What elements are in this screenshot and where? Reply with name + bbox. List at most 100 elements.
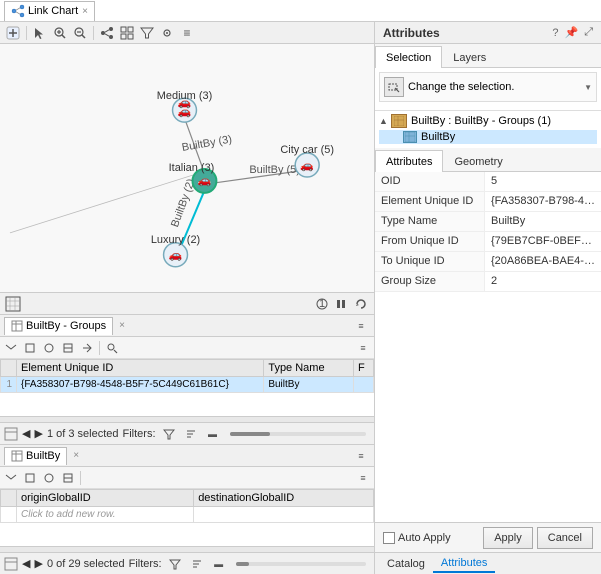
p1-tb4[interactable]: [59, 339, 77, 357]
layout-button[interactable]: [98, 24, 116, 42]
p2-more[interactable]: ≡: [354, 469, 372, 487]
filter-button[interactable]: [138, 24, 156, 42]
tree-expand-icon[interactable]: ▲: [379, 116, 391, 126]
svg-text:🚗: 🚗: [300, 160, 314, 172]
add-row[interactable]: Click to add new row.: [1, 507, 374, 523]
attr-val-group-size: 2: [485, 272, 601, 291]
attr-val-to-unique-id: {20A86BEA-BAE4-4F33-B10E: [485, 252, 601, 271]
col2-destination[interactable]: destinationGlobalID: [194, 490, 374, 507]
p1-icon1: [5, 342, 17, 354]
attr-row-oid: OID 5: [375, 172, 601, 192]
group-table-icon: [394, 116, 404, 126]
p2-icon3: [43, 472, 55, 484]
tree-child-builtby[interactable]: BuiltBy: [379, 130, 597, 144]
pause-button[interactable]: [332, 295, 350, 313]
left-panel: ≡ BuiltBy (3) BuiltBy (5) BuiltBy (2): [0, 22, 375, 574]
col-element-unique-id[interactable]: Element Unique ID: [17, 360, 264, 377]
builtby-groups-tab-label: BuiltBy - Groups: [26, 320, 106, 332]
builtby-groups-table: Element Unique ID Type Name F 1 {FA35830…: [0, 359, 374, 416]
p2-tb3[interactable]: [40, 469, 58, 487]
group-icon: [391, 114, 407, 128]
p1-tb1[interactable]: [2, 339, 20, 357]
chart-bottom-bar: 1: [0, 292, 374, 314]
cancel-button[interactable]: Cancel: [537, 527, 593, 549]
select-tool-button[interactable]: [31, 24, 49, 42]
dock-button[interactable]: ⤢: [584, 26, 593, 39]
settings-button[interactable]: [158, 24, 176, 42]
pause-icon: [335, 298, 347, 310]
attributes-bottom-tab[interactable]: Attributes: [433, 555, 495, 573]
prev2-button[interactable]: ◀: [22, 557, 30, 570]
add-node-button[interactable]: [4, 24, 22, 42]
p1-more[interactable]: ≡: [354, 339, 372, 357]
p2-tb4[interactable]: [59, 469, 77, 487]
prev-button[interactable]: ◀: [22, 427, 30, 440]
change-selection-dropdown[interactable]: ▼: [584, 83, 592, 92]
panel2-options-button[interactable]: ≡: [352, 447, 370, 465]
selection-count: 1 of 3 selected: [47, 428, 119, 440]
next-button[interactable]: ▶: [34, 427, 42, 440]
close-panel2-button[interactable]: ×: [73, 450, 79, 461]
filter-clear-button[interactable]: [160, 425, 178, 443]
p2-icon2: [24, 472, 36, 484]
tab-geometry[interactable]: Geometry: [443, 150, 513, 172]
filter2-clear-button[interactable]: [166, 555, 184, 573]
close-panel1-button[interactable]: ×: [119, 320, 125, 331]
right-panel: Attributes ? 📌 ⤢ Selection Layers Change…: [375, 22, 601, 574]
p2-tb1[interactable]: [2, 469, 20, 487]
next2-button[interactable]: ▶: [34, 557, 42, 570]
p1-icon3: [43, 342, 55, 354]
p1-tb6[interactable]: [103, 339, 121, 357]
map-extent-button[interactable]: [4, 295, 22, 313]
p2-tb2[interactable]: [21, 469, 39, 487]
sort2-button[interactable]: [188, 555, 206, 573]
attr-key-to-unique-id: To Unique ID: [375, 252, 485, 271]
close-tab-button[interactable]: ×: [82, 6, 88, 17]
more-button[interactable]: ≡: [178, 24, 196, 42]
panel2-status-bar: ◀ ▶ 0 of 29 selected Filters: ▬: [0, 552, 374, 574]
help-button[interactable]: ?: [552, 27, 558, 39]
svg-text:🚗: 🚗: [178, 106, 192, 118]
filters-label: Filters:: [123, 428, 156, 440]
type-name-cell[interactable]: BuiltBy: [264, 377, 354, 393]
zoom-out-button[interactable]: [71, 24, 89, 42]
link-chart-tab[interactable]: Link Chart ×: [4, 1, 95, 21]
link-chart-icon: [11, 4, 25, 18]
slider-button[interactable]: ▬: [204, 425, 222, 443]
table-row[interactable]: 1 {FA358307-B798-4548-B5F7-5C449C61B61C}…: [1, 377, 374, 393]
tab-selection[interactable]: Selection: [375, 46, 442, 68]
tab-layers[interactable]: Layers: [442, 46, 497, 68]
p1-tb3[interactable]: [40, 339, 58, 357]
click-add-row[interactable]: Click to add new row.: [17, 507, 194, 523]
col2-origin[interactable]: originGlobalID: [17, 490, 194, 507]
refresh-button[interactable]: [352, 295, 370, 313]
zoom-in-button[interactable]: [51, 24, 69, 42]
builtby-tab[interactable]: BuiltBy: [4, 447, 67, 465]
col-flag[interactable]: F: [354, 360, 374, 377]
catalog-tab[interactable]: Catalog: [379, 556, 433, 572]
tree-item-builtby-groups[interactable]: ▲ BuiltBy : BuiltBy - Groups (1): [379, 113, 597, 129]
node-citycar[interactable]: 🚗: [295, 153, 319, 177]
element-unique-id-cell[interactable]: {FA358307-B798-4548-B5F7-5C449C61B61C}: [17, 377, 264, 393]
col-rownum: [1, 360, 17, 377]
apply-button[interactable]: Apply: [483, 527, 533, 549]
builtby-groups-tab[interactable]: BuiltBy - Groups: [4, 317, 113, 335]
attr-val-type-name: BuiltBy: [485, 212, 601, 231]
p1-tb5[interactable]: [78, 339, 96, 357]
slider2-button[interactable]: ▬: [210, 555, 228, 573]
attr-key-group-size: Group Size: [375, 272, 485, 291]
sort-button[interactable]: [182, 425, 200, 443]
attr-row-to-unique-id: To Unique ID {20A86BEA-BAE4-4F33-B10E: [375, 252, 601, 272]
panel1-options-button[interactable]: ≡: [352, 317, 370, 335]
panel1-toolbar: ≡: [0, 337, 374, 359]
main-container: ≡ BuiltBy (3) BuiltBy (5) BuiltBy (2): [0, 22, 601, 574]
tab-attributes[interactable]: Attributes: [375, 150, 443, 172]
p1-tb2[interactable]: [21, 339, 39, 357]
node-luxury[interactable]: 🚗: [164, 243, 188, 267]
builtby-groups-tab-bar: BuiltBy - Groups × ≡: [0, 315, 374, 337]
expand-button[interactable]: [118, 24, 136, 42]
layout-icon: [100, 26, 114, 40]
svg-text:Medium (3): Medium (3): [157, 90, 212, 102]
auto-apply-checkbox[interactable]: [383, 532, 395, 544]
col-type-name[interactable]: Type Name: [264, 360, 354, 377]
